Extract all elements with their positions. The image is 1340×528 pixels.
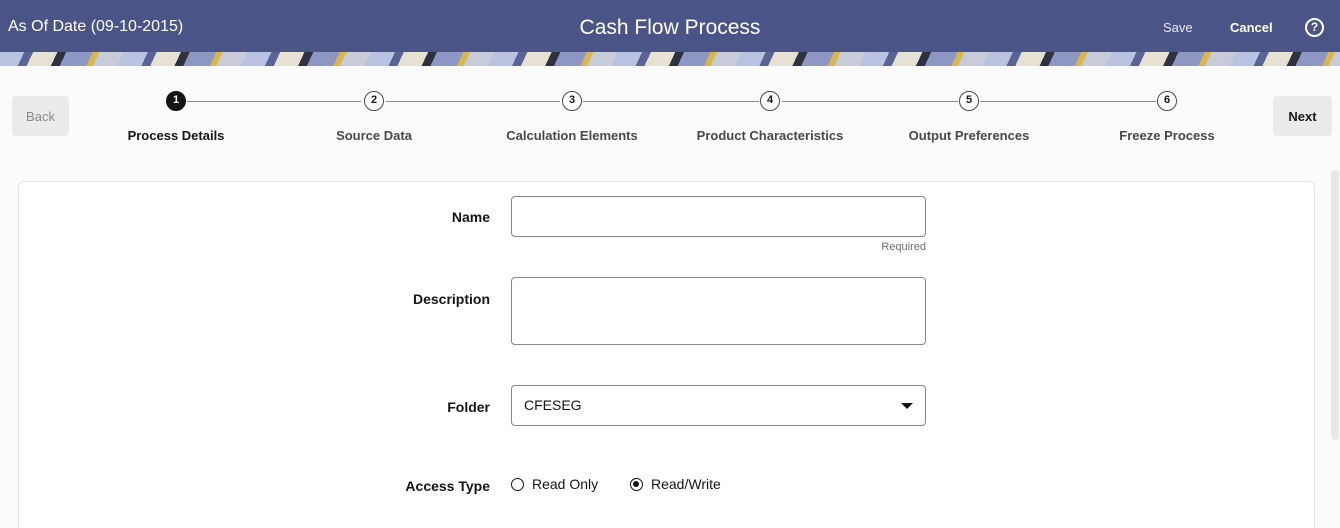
caret-down-icon: [901, 403, 913, 409]
folder-label: Folder: [447, 399, 490, 415]
next-button[interactable]: Next: [1273, 96, 1332, 136]
save-button[interactable]: Save: [1163, 20, 1193, 35]
name-input[interactable]: [511, 196, 926, 237]
access-type-label: Access Type: [405, 478, 490, 494]
page-title: Cash Flow Process: [579, 16, 761, 39]
step-label: Output Preferences: [908, 128, 1030, 143]
step-label: Process Details: [127, 128, 225, 143]
cancel-button[interactable]: Cancel: [1230, 20, 1273, 35]
scrollbar[interactable]: [1331, 170, 1339, 440]
radio-read-only[interactable]: Read Only: [511, 476, 598, 492]
radio-label: Read/Write: [651, 476, 721, 492]
step-number: 2: [364, 91, 384, 111]
radio-label: Read Only: [532, 476, 599, 492]
step-number: 1: [166, 91, 186, 111]
step-number: 6: [1157, 91, 1177, 111]
app-header: As Of Date (09-10-2015) Cash Flow Proces…: [0, 0, 1340, 66]
train-step-output-preferences[interactable]: 5 Output Preferences: [869, 91, 1069, 143]
train-step-calculation-elements[interactable]: 3 Calculation Elements: [472, 91, 672, 143]
as-of-date: As Of Date (09-10-2015): [8, 18, 184, 35]
step-label: Source Data: [336, 128, 412, 143]
step-label: Product Characteristics: [696, 128, 844, 143]
train-step-freeze-process[interactable]: 6 Freeze Process: [1067, 91, 1267, 143]
radio-unchecked-icon: [511, 478, 524, 491]
step-number: 4: [760, 91, 780, 111]
radio-read-write[interactable]: Read/Write: [630, 476, 721, 492]
name-label: Name: [451, 209, 490, 225]
description-input[interactable]: [511, 277, 926, 345]
description-label: Description: [412, 291, 490, 307]
back-button[interactable]: Back: [12, 96, 69, 136]
train-step-source-data[interactable]: 2 Source Data: [274, 91, 474, 143]
step-label: Freeze Process: [1119, 128, 1215, 143]
radio-checked-icon: [630, 478, 643, 491]
step-label: Calculation Elements: [506, 128, 638, 143]
step-number: 5: [959, 91, 979, 111]
folder-select[interactable]: CFESEG: [511, 385, 926, 426]
train-step-process-details[interactable]: 1 Process Details: [76, 91, 276, 143]
header-decorative-pattern: [0, 52, 1340, 66]
train-step-product-characteristics[interactable]: 4 Product Characteristics: [670, 91, 870, 143]
folder-selected-value: CFESEG: [524, 397, 582, 413]
step-number: 3: [562, 91, 582, 111]
help-icon[interactable]: ?: [1305, 18, 1324, 37]
name-required-hint: Required: [881, 241, 926, 253]
